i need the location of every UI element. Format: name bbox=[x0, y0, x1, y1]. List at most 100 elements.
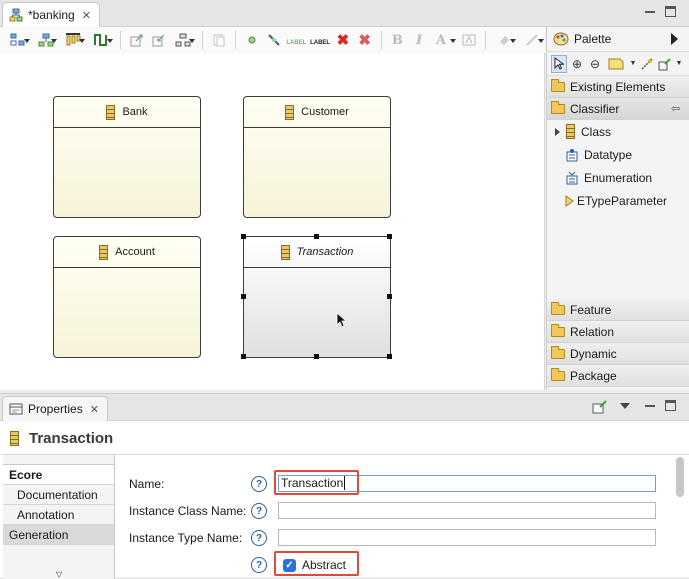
instance-class-field[interactable] bbox=[278, 502, 656, 519]
filters-menu-button[interactable] bbox=[170, 30, 196, 50]
selection-handle[interactable] bbox=[241, 234, 246, 239]
delete-from-model-button[interactable]: ✖ bbox=[355, 30, 375, 50]
sections-scroll-down-button[interactable]: ▽ bbox=[3, 559, 115, 579]
copy-format-button[interactable] bbox=[209, 30, 229, 50]
zoom-out-tool[interactable]: ⊖ bbox=[587, 55, 603, 73]
export-button[interactable] bbox=[127, 30, 147, 50]
select-tool[interactable] bbox=[551, 54, 567, 73]
class-node-name: Transaction bbox=[296, 246, 354, 258]
palette: Palette ⊕ ⊖ ▼ ▼ Existing Elements Classi… bbox=[546, 27, 689, 390]
section-tab-ecore[interactable]: Ecore bbox=[3, 465, 114, 485]
expand-icon[interactable] bbox=[555, 127, 560, 136]
section-tab-annotation[interactable]: Annotation bbox=[3, 505, 114, 525]
maximize-icon[interactable] bbox=[665, 400, 676, 411]
help-icon[interactable]: ? bbox=[251, 530, 267, 546]
folder-icon bbox=[551, 367, 565, 381]
instance-type-label: Instance Type Name: bbox=[129, 531, 243, 545]
selection-handle[interactable] bbox=[314, 354, 319, 359]
drawer-existing-elements[interactable]: Existing Elements bbox=[547, 76, 689, 98]
help-glyph: ? bbox=[255, 505, 263, 517]
help-icon[interactable]: ? bbox=[251, 503, 267, 519]
palette-item-class[interactable]: Class bbox=[547, 120, 689, 143]
minimize-icon[interactable] bbox=[643, 399, 657, 413]
font-color-menu-button[interactable]: A bbox=[431, 30, 457, 50]
font-style-button[interactable] bbox=[459, 30, 479, 50]
editor-tab-banking[interactable]: *banking ✕ bbox=[2, 2, 100, 27]
section-tab-generation[interactable]: Generation bbox=[3, 525, 114, 545]
selection-handle[interactable] bbox=[387, 354, 392, 359]
dot-icon bbox=[248, 36, 256, 44]
bold-button[interactable]: B bbox=[388, 30, 408, 50]
pin-drawer-icon[interactable]: ⇦ bbox=[671, 102, 680, 115]
zoom-out-icon: ⊖ bbox=[589, 56, 601, 71]
selection-handle[interactable] bbox=[387, 294, 392, 299]
properties-scrollbar-thumb[interactable] bbox=[676, 457, 684, 497]
label-icon: LABEL bbox=[286, 40, 307, 46]
arrange-menu-button[interactable] bbox=[33, 30, 59, 50]
router-menu-button[interactable] bbox=[88, 30, 114, 50]
hide-label-button[interactable]: LABEL bbox=[309, 30, 331, 50]
maximize-icon[interactable] bbox=[665, 6, 676, 17]
toolbar-separator bbox=[234, 31, 236, 49]
class-node-account[interactable]: Account bbox=[53, 236, 201, 358]
pin-tool[interactable] bbox=[657, 55, 673, 73]
delete-icon: ✖ bbox=[336, 32, 350, 49]
align-menu-button[interactable] bbox=[60, 30, 86, 50]
show-element-button[interactable] bbox=[242, 30, 262, 50]
selection-handle[interactable] bbox=[241, 294, 246, 299]
palette-item-enumeration[interactable]: Enumeration bbox=[547, 166, 689, 189]
select-all-menu-button[interactable] bbox=[5, 30, 31, 50]
help-icon[interactable]: ? bbox=[251, 476, 267, 492]
zoom-in-tool[interactable]: ⊕ bbox=[569, 55, 585, 73]
selected-element-name: Transaction bbox=[29, 429, 114, 447]
pin-icon bbox=[658, 57, 671, 70]
help-icon[interactable]: ? bbox=[251, 557, 267, 573]
selection-handle[interactable] bbox=[314, 234, 319, 239]
section-tab-documentation[interactable]: Documentation bbox=[3, 485, 114, 505]
class-node-header: Account bbox=[54, 237, 200, 268]
drawer-classifier[interactable]: Classifier ⇦ bbox=[547, 98, 689, 120]
font-color-icon: A bbox=[435, 32, 446, 48]
import-button[interactable] bbox=[149, 30, 169, 50]
abstract-highlight-box bbox=[274, 551, 359, 576]
class-node-name: Customer bbox=[301, 106, 349, 118]
pin-menu-button[interactable]: ▼ bbox=[675, 55, 683, 73]
diagram-canvas[interactable]: Bank Customer Account Transaction bbox=[0, 53, 545, 424]
pin-view-icon[interactable] bbox=[592, 400, 608, 414]
filter-icon bbox=[175, 33, 191, 47]
drawer-relation[interactable]: Relation bbox=[547, 321, 689, 343]
properties-tab[interactable]: Properties ✕ bbox=[2, 396, 108, 421]
collapse-palette-icon[interactable] bbox=[671, 33, 678, 45]
minimize-icon[interactable] bbox=[643, 5, 657, 19]
toolbar-separator bbox=[202, 31, 204, 49]
selection-handle[interactable] bbox=[387, 234, 392, 239]
palette-item-datatype[interactable]: Datatype bbox=[547, 143, 689, 166]
delete-from-diagram-button[interactable]: ✖ bbox=[333, 30, 353, 50]
class-node-transaction[interactable]: Transaction bbox=[243, 236, 391, 358]
selection-handle[interactable] bbox=[241, 354, 246, 359]
chevron-down-icon: ▽ bbox=[55, 570, 63, 579]
palette-item-etypeparameter[interactable]: ETypeParameter bbox=[547, 189, 689, 212]
palette-header: Palette bbox=[547, 27, 689, 52]
note-tool[interactable] bbox=[605, 55, 627, 73]
close-icon[interactable]: ✕ bbox=[82, 9, 91, 22]
class-node-customer[interactable]: Customer bbox=[243, 96, 391, 218]
fill-color-menu-button[interactable] bbox=[492, 30, 518, 50]
class-node-bank[interactable]: Bank bbox=[53, 96, 201, 218]
hide-connector-button[interactable] bbox=[264, 30, 284, 50]
view-menu-icon[interactable] bbox=[620, 403, 630, 414]
palette-icon bbox=[553, 32, 569, 46]
properties-title: Transaction bbox=[10, 428, 113, 448]
note-attachment-tool[interactable] bbox=[639, 55, 655, 73]
note-icon bbox=[608, 58, 624, 69]
note-menu-button[interactable]: ▼ bbox=[629, 55, 637, 73]
line-color-menu-button[interactable] bbox=[519, 30, 545, 50]
toolbar-separator bbox=[380, 31, 382, 49]
drawer-dynamic[interactable]: Dynamic bbox=[547, 343, 689, 365]
drawer-feature[interactable]: Feature bbox=[547, 299, 689, 321]
drawer-package[interactable]: Package bbox=[547, 365, 689, 387]
italic-button[interactable]: I bbox=[409, 30, 429, 50]
instance-type-field[interactable] bbox=[278, 529, 656, 546]
close-icon[interactable]: ✕ bbox=[90, 403, 99, 416]
show-label-button[interactable]: LABEL bbox=[285, 30, 307, 50]
